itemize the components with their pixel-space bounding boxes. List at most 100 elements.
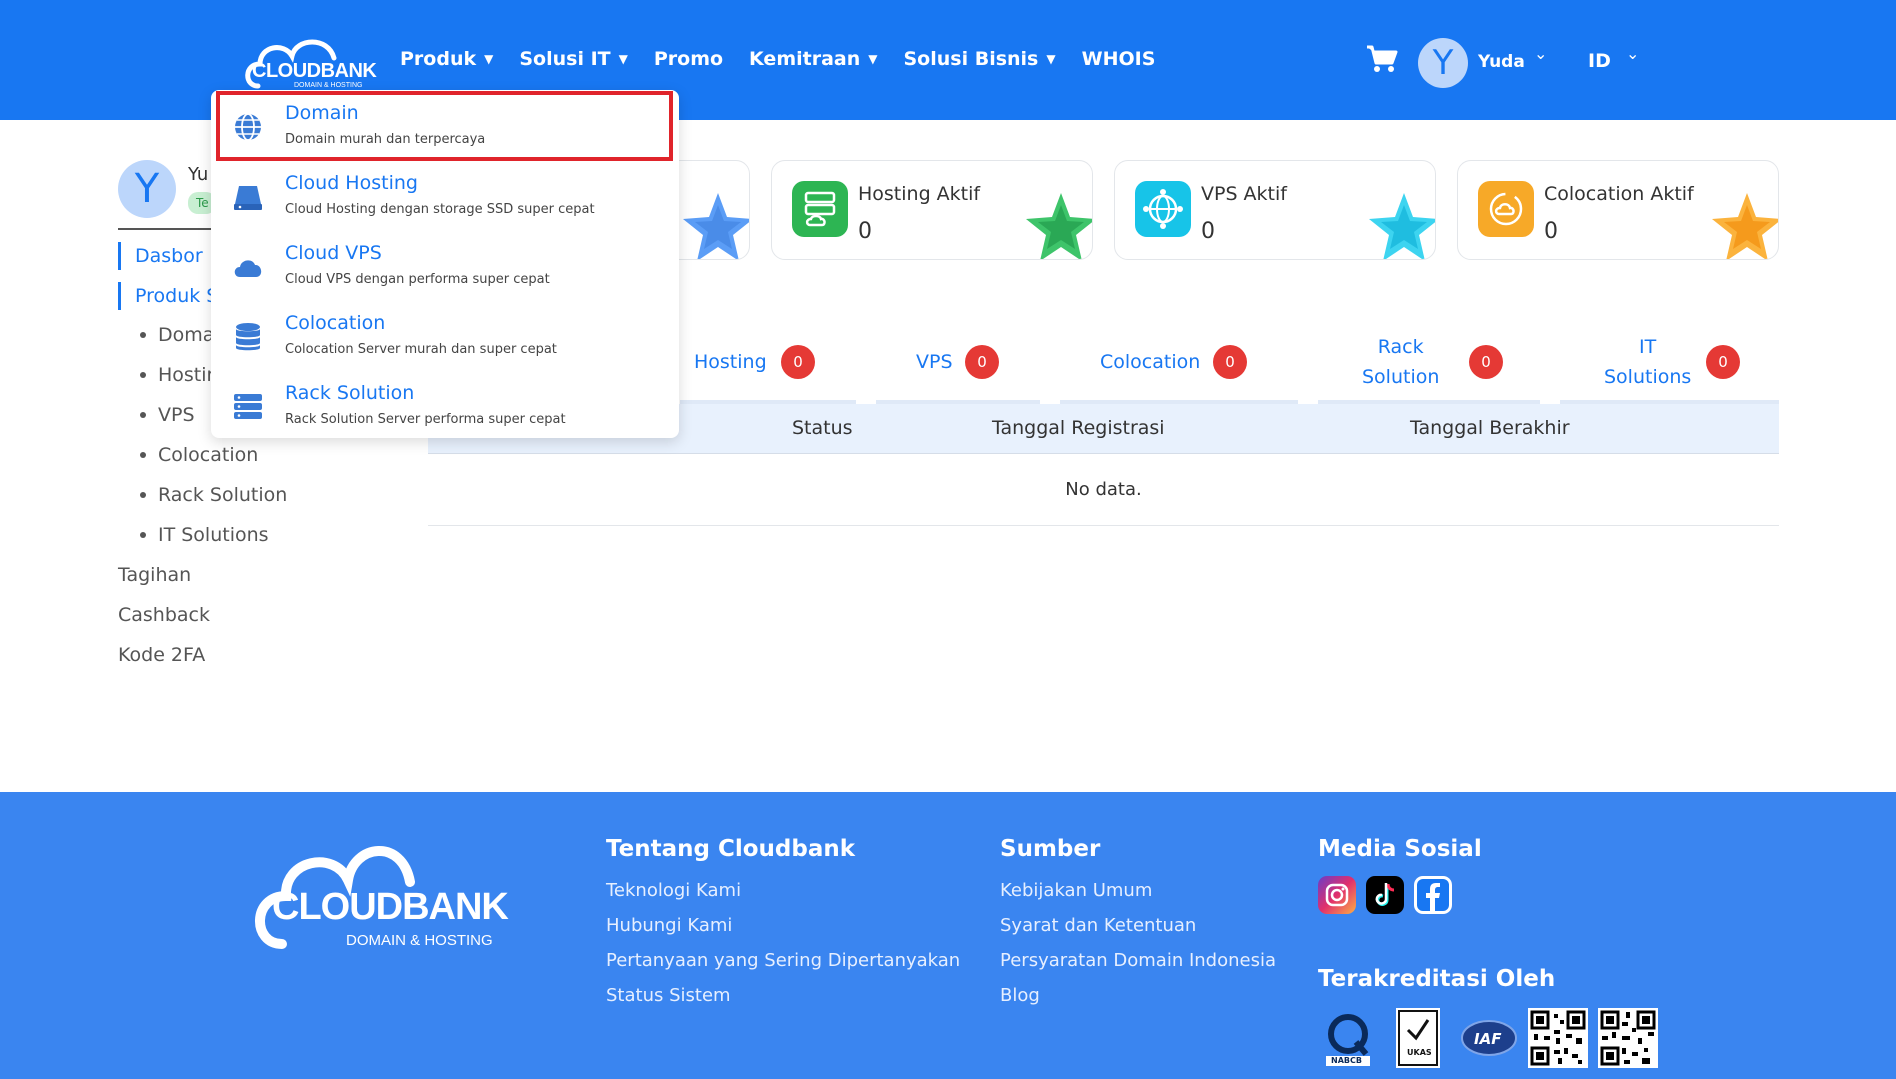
- profile-avatar: Y: [118, 160, 176, 218]
- footer-logo-text: CLOUDBANK: [272, 886, 509, 928]
- bullet: [140, 412, 146, 418]
- nabcb-label: NABCB: [1331, 1056, 1362, 1065]
- sidebar-subitem-colocation[interactable]: Colocation: [140, 444, 258, 466]
- nav-produk[interactable]: Produk ▼: [400, 48, 493, 70]
- sidebar-item-cashback[interactable]: Cashback: [118, 604, 210, 626]
- network-globe-icon: [1135, 181, 1191, 237]
- tab-vps[interactable]: VPS: [916, 347, 953, 377]
- star-icon: [1712, 193, 1778, 259]
- tab-label-line: Solution: [1362, 366, 1440, 388]
- footer-link[interactable]: Teknologi Kami: [606, 880, 741, 901]
- user-avatar[interactable]: Y: [1418, 38, 1468, 88]
- caret-down-icon: ▼: [484, 52, 494, 66]
- card-title: Colocation Aktif: [1544, 183, 1694, 205]
- sidebar-item-kode-2fa[interactable]: Kode 2FA: [118, 644, 205, 666]
- nav-whois[interactable]: WHOIS: [1082, 48, 1156, 70]
- tab-hosting[interactable]: Hosting: [694, 347, 767, 377]
- dropdown-item-cloud-vps[interactable]: Cloud VPS Cloud VPS dengan performa supe…: [211, 234, 679, 304]
- chevron-down-icon[interactable]: ⌄: [1626, 44, 1639, 63]
- sidebar-subitem-rack-solution[interactable]: Rack Solution: [140, 484, 287, 506]
- footer-link[interactable]: Kebijakan Umum: [1000, 880, 1152, 901]
- tab-label-line: Solutions: [1604, 366, 1692, 388]
- nav-kemitraan[interactable]: Kemitraan ▼: [749, 48, 877, 70]
- sidebar-subitem-domain[interactable]: Doma: [140, 324, 214, 346]
- cart-icon[interactable]: [1366, 44, 1398, 74]
- dropdown-item-desc: Rack Solution Server performa super cepa…: [285, 412, 566, 427]
- footer-heading-sources: Sumber: [1000, 836, 1101, 862]
- facebook-icon[interactable]: [1414, 876, 1452, 914]
- dropdown-item-desc: Cloud VPS dengan performa super cepat: [285, 272, 550, 287]
- count-badge: 0: [1469, 345, 1503, 379]
- card-value: 0: [858, 219, 872, 244]
- count-badge: 0: [1706, 345, 1740, 379]
- tiktok-icon[interactable]: [1366, 876, 1404, 914]
- logo-subtitle: DOMAIN & HOSTING: [294, 82, 363, 89]
- footer-link[interactable]: Pertanyaan yang Sering Dipertanyakan: [606, 950, 960, 971]
- column-header-expiry-date: Tanggal Berakhir: [1410, 417, 1570, 439]
- sidebar-item-tagihan[interactable]: Tagihan: [118, 564, 191, 586]
- nav-solusi-it[interactable]: Solusi IT ▼: [519, 48, 627, 70]
- dropdown-item-title: Rack Solution: [285, 382, 415, 404]
- nav-label: Promo: [653, 48, 724, 70]
- qr-code-2: [1598, 1008, 1658, 1068]
- footer-link[interactable]: Hubungi Kami: [606, 915, 732, 936]
- sidebar-subitem-vps[interactable]: VPS: [140, 404, 195, 426]
- caret-down-icon: ▼: [868, 52, 878, 66]
- server-icon: [234, 186, 262, 210]
- server-stack-icon: [792, 181, 848, 237]
- nav-solusi-bisnis[interactable]: Solusi Bisnis ▼: [904, 48, 1056, 70]
- card-value: 0: [1544, 219, 1558, 244]
- sidebar-subitem-hosting[interactable]: Hostir: [140, 364, 214, 386]
- stat-card-vps: VPS Aktif 0: [1114, 160, 1436, 260]
- footer-link[interactable]: Syarat dan Ketentuan: [1000, 915, 1196, 936]
- footer-link[interactable]: Blog: [1000, 985, 1040, 1006]
- divider: [118, 228, 218, 230]
- star-icon: [1369, 193, 1435, 259]
- tab-it-solutions[interactable]: IT Solutions: [1604, 332, 1691, 392]
- language-selector[interactable]: ID: [1588, 50, 1611, 72]
- nav-label: Solusi Bisnis: [903, 48, 1039, 70]
- footer-heading-accredited: Terakreditasi Oleh: [1318, 966, 1556, 992]
- footer-heading-social: Media Sosial: [1318, 836, 1482, 862]
- dropdown-item-title: Cloud VPS: [285, 242, 382, 264]
- card-title: VPS Aktif: [1201, 183, 1287, 205]
- count-badge: 0: [781, 345, 815, 379]
- nav-promo[interactable]: Promo: [654, 48, 723, 70]
- dropdown-item-rack-solution[interactable]: Rack Solution Rack Solution Server perfo…: [211, 374, 679, 444]
- stat-card-colocation: Colocation Aktif 0: [1457, 160, 1779, 260]
- tab-label-line: Rack: [1377, 336, 1424, 358]
- cloudbank-logo[interactable]: CLOUDBANK DOMAIN & HOSTING: [244, 28, 380, 92]
- sidebar-subitem-label: VPS: [158, 404, 195, 426]
- ukas-logo: UKAS: [1396, 1008, 1440, 1068]
- chevron-down-icon[interactable]: ⌄: [1534, 44, 1547, 63]
- dropdown-item-cloud-hosting[interactable]: Cloud Hosting Cloud Hosting dengan stora…: [211, 164, 679, 234]
- footer-link[interactable]: Persyaratan Domain Indonesia: [1000, 950, 1276, 971]
- user-name[interactable]: Yuda: [1478, 52, 1525, 72]
- sidebar-subitem-label: IT Solutions: [158, 524, 269, 546]
- tab-colocation[interactable]: Colocation: [1100, 347, 1200, 377]
- dropdown-item-colocation[interactable]: Colocation Colocation Server murah dan s…: [211, 304, 679, 374]
- iaf-logo: IAF: [1460, 1008, 1518, 1068]
- cloud-settings-icon: [1478, 181, 1534, 237]
- count-badge: 0: [1213, 345, 1247, 379]
- sidebar-subitem-it-solutions[interactable]: IT Solutions: [140, 524, 269, 546]
- sidebar-subitem-label: Doma: [158, 324, 215, 346]
- sidebar-item-dasbor[interactable]: Dasbor: [118, 242, 203, 270]
- ukas-label: UKAS: [1407, 1048, 1432, 1057]
- count-badge: 0: [965, 345, 999, 379]
- dropdown-item-desc: Cloud Hosting dengan storage SSD super c…: [285, 202, 595, 217]
- sidebar-subitem-label: Colocation: [158, 444, 259, 466]
- main-nav: Produk ▼ Solusi IT ▼ Promo Kemitraan ▼ Solu…: [400, 48, 1181, 70]
- column-header-registration-date: Tanggal Registrasi: [992, 417, 1165, 439]
- nav-label: Produk: [400, 48, 477, 70]
- highlight-box: [216, 91, 673, 161]
- bullet: [140, 452, 146, 458]
- footer-logo[interactable]: CLOUDBANK DOMAIN & HOSTING: [252, 832, 522, 952]
- stat-card-hosting: Hosting Aktif 0: [771, 160, 1093, 260]
- tab-rack-solution[interactable]: Rack Solution: [1362, 332, 1439, 392]
- sidebar-item-produk[interactable]: Produk S: [118, 282, 218, 310]
- instagram-icon[interactable]: [1318, 876, 1356, 914]
- logo-text: CLOUDBANK: [252, 60, 377, 82]
- footer-link[interactable]: Status Sistem: [606, 985, 731, 1006]
- rack-icon: [234, 394, 262, 419]
